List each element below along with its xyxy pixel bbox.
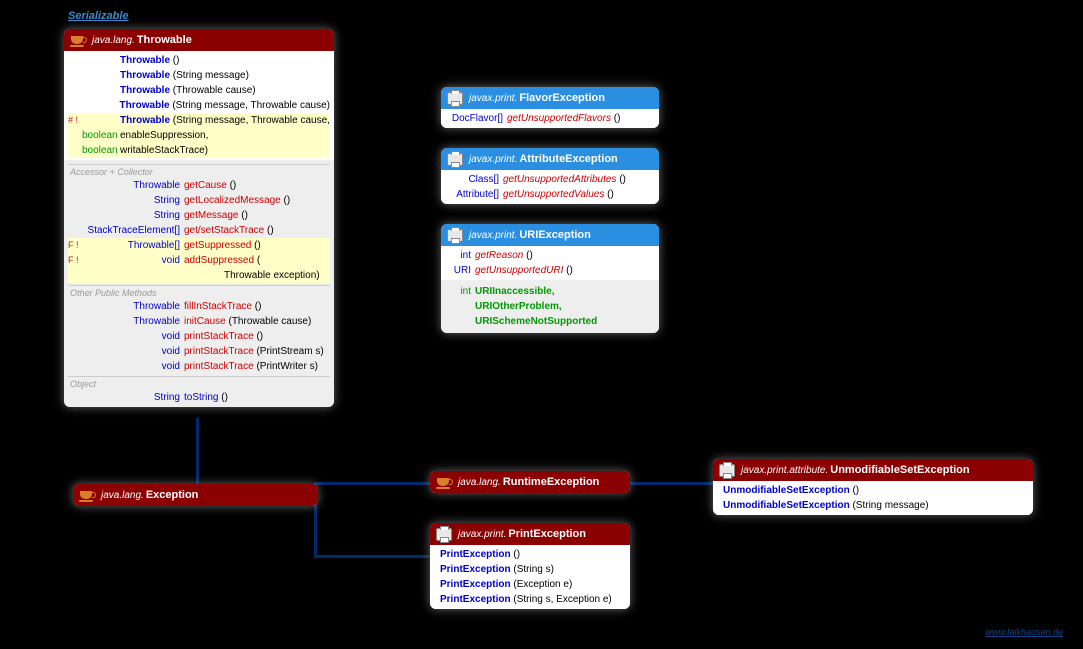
section-label: Accessor + Collector xyxy=(68,164,330,178)
class-body: Class[]getUnsupportedAttributes ()Attrib… xyxy=(441,170,659,204)
printer-icon xyxy=(436,527,452,541)
class-name: RuntimeException xyxy=(503,476,600,488)
printer-icon xyxy=(719,463,735,477)
member-row: UnmodifiableSetException (String message… xyxy=(717,498,1029,513)
printer-icon xyxy=(447,228,463,242)
member-row: Throwable (String message, Throwable cau… xyxy=(68,98,330,113)
interface-attribute-exception: javax.print.AttributeException Class[]ge… xyxy=(441,148,659,204)
pkg-label: javax.print. xyxy=(469,230,517,241)
member-row: PrintException () xyxy=(434,547,626,562)
interface-uri-exception: javax.print.URIException intgetReason ()… xyxy=(441,224,659,333)
member-row: ThrowableinitCause (Throwable cause) xyxy=(68,314,330,329)
class-body: PrintException ()PrintException (String … xyxy=(430,545,630,609)
class-header: javax.print.URIException xyxy=(441,224,659,246)
coffee-icon xyxy=(79,488,95,502)
class-header: java.lang.Throwable xyxy=(64,29,334,51)
class-body: Throwable ()Throwable (String message)Th… xyxy=(64,51,334,160)
interface-flavor-exception: javax.print.FlavorException DocFlavor[]g… xyxy=(441,87,659,128)
class-runtime-exception: java.lang.RuntimeException xyxy=(430,471,630,493)
class-header: javax.print.FlavorException xyxy=(441,87,659,109)
member-row: intgetReason () xyxy=(445,248,655,263)
member-row: F !Throwable[]getSuppressed () xyxy=(68,238,330,253)
member-row: F !voidaddSuppressed ( xyxy=(68,253,330,268)
member-row: PrintException (String s) xyxy=(434,562,626,577)
class-header: javax.print.attribute.UnmodifiableSetExc… xyxy=(713,459,1033,481)
connector xyxy=(314,555,434,558)
member-row: URIgetUnsupportedURI () xyxy=(445,263,655,278)
class-name: UnmodifiableSetException xyxy=(830,464,969,476)
connector xyxy=(196,418,199,484)
pkg-label: javax.print. xyxy=(458,529,506,540)
const-row: URISchemeNotSupported xyxy=(445,314,655,329)
class-name: AttributeException xyxy=(519,153,617,165)
printer-icon xyxy=(447,152,463,166)
class-name: Throwable xyxy=(137,34,192,46)
coffee-icon xyxy=(70,33,86,47)
member-row: Throwable (Throwable cause) xyxy=(68,83,330,98)
class-body: Accessor + Collector ThrowablegetCause (… xyxy=(64,160,334,407)
member-row: StringgetLocalizedMessage () xyxy=(68,193,330,208)
class-name: URIException xyxy=(519,229,591,241)
class-name: FlavorException xyxy=(519,92,605,104)
class-header: java.lang.Exception xyxy=(73,484,318,506)
class-name: Exception xyxy=(146,489,199,501)
section-label: Other Public Methods xyxy=(68,285,330,299)
class-print-exception: javax.print.PrintException PrintExceptio… xyxy=(430,523,630,609)
member-row: StringtoString () xyxy=(68,390,330,405)
member-row: Throwable exception) xyxy=(68,268,330,283)
member-row: StringgetMessage () xyxy=(68,208,330,223)
pkg-label: javax.print. xyxy=(469,154,517,165)
member-row: ThrowablefillInStackTrace () xyxy=(68,299,330,314)
serializable-link[interactable]: Serializable xyxy=(68,10,129,22)
pkg-label: javax.print.attribute. xyxy=(741,465,828,476)
const-row: URIOtherProblem, xyxy=(445,299,655,314)
member-row: UnmodifiableSetException () xyxy=(717,483,1029,498)
pkg-label: java.lang. xyxy=(101,490,144,501)
member-row: booleanwritableStackTrace) xyxy=(68,143,330,158)
member-row: Throwable (String message) xyxy=(68,68,330,83)
footer-link[interactable]: www.falkhausen.de xyxy=(985,627,1063,637)
class-body: UnmodifiableSetException ()UnmodifiableS… xyxy=(713,481,1033,515)
pkg-label: javax.print. xyxy=(469,93,517,104)
pkg-label: java.lang. xyxy=(458,477,501,488)
member-row: PrintException (Exception e) xyxy=(434,577,626,592)
member-row: Throwable () xyxy=(68,53,330,68)
member-row: voidprintStackTrace () xyxy=(68,329,330,344)
connector xyxy=(628,482,716,485)
pkg-label: java.lang. xyxy=(92,35,135,46)
connector xyxy=(314,482,434,485)
member-row: voidprintStackTrace (PrintStream s) xyxy=(68,344,330,359)
class-body: intURIInaccessible,URIOtherProblem,URISc… xyxy=(441,280,659,333)
member-row: PrintException (String s, Exception e) xyxy=(434,592,626,607)
class-throwable: java.lang.Throwable Throwable ()Throwabl… xyxy=(64,29,334,407)
printer-icon xyxy=(447,91,463,105)
member-row: booleanenableSuppression, xyxy=(68,128,330,143)
member-row: ThrowablegetCause () xyxy=(68,178,330,193)
class-header: javax.print.AttributeException xyxy=(441,148,659,170)
class-exception: java.lang.Exception xyxy=(73,484,318,506)
section-label: Object xyxy=(68,376,330,390)
member-row: Class[]getUnsupportedAttributes () xyxy=(445,172,655,187)
class-header: java.lang.RuntimeException xyxy=(430,471,630,493)
class-body: DocFlavor[]getUnsupportedFlavors () xyxy=(441,109,659,128)
member-row: StackTraceElement[]get/setStackTrace () xyxy=(68,223,330,238)
member-row: voidprintStackTrace (PrintWriter s) xyxy=(68,359,330,374)
class-name: PrintException xyxy=(508,528,586,540)
member-row: Attribute[]getUnsupportedValues () xyxy=(445,187,655,202)
class-body: intgetReason ()URIgetUnsupportedURI () xyxy=(441,246,659,280)
class-header: javax.print.PrintException xyxy=(430,523,630,545)
const-row: intURIInaccessible, xyxy=(445,284,655,299)
member-row: DocFlavor[]getUnsupportedFlavors () xyxy=(445,111,655,126)
class-unmodifiable-set-exception: javax.print.attribute.UnmodifiableSetExc… xyxy=(713,459,1033,515)
coffee-icon xyxy=(436,475,452,489)
member-row: # !Throwable (String message, Throwable … xyxy=(68,113,330,128)
